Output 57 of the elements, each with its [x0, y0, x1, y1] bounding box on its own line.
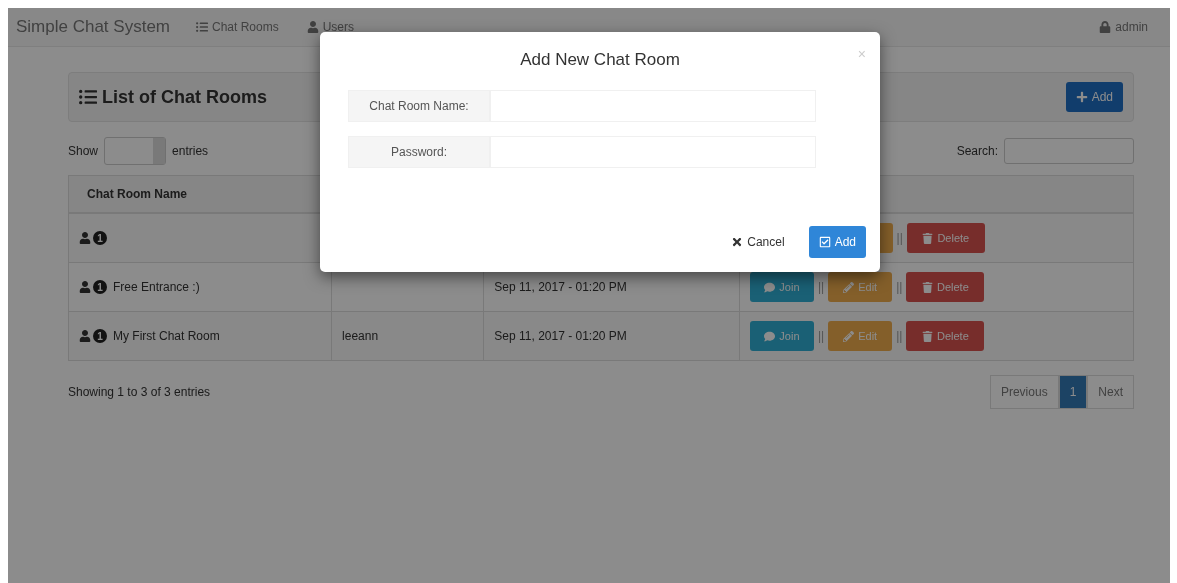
brand-title[interactable]: Simple Chat System	[16, 17, 170, 37]
field-label: Password:	[348, 136, 490, 168]
search-field[interactable]	[1004, 138, 1134, 164]
cancel-button[interactable]: Cancel	[725, 234, 791, 250]
separator: ||	[896, 329, 903, 343]
show-label: Show	[68, 144, 99, 158]
user-icon	[79, 330, 91, 342]
checkbox-icon	[818, 236, 831, 248]
delete-button[interactable]: Delete	[906, 321, 985, 351]
search-label: Search:	[956, 144, 998, 158]
separator: ||	[896, 231, 903, 245]
join-button[interactable]: Join	[749, 321, 814, 351]
count-badge: 1	[93, 329, 107, 343]
room-name: My First Chat Room	[113, 329, 220, 343]
edit-button[interactable]: Edit	[828, 272, 893, 302]
list-icon	[196, 21, 208, 33]
user-icon	[79, 232, 91, 244]
join-button[interactable]: Join	[749, 272, 814, 302]
user-icon	[306, 21, 319, 33]
separator: ||	[896, 280, 903, 294]
panel-title: List of Chat Rooms	[79, 86, 267, 108]
submit-button[interactable]: Add	[808, 226, 866, 258]
nav-link[interactable]: Chat Rooms	[196, 20, 279, 34]
plus-icon	[1075, 91, 1088, 103]
entries-label: entries	[172, 144, 209, 158]
edit-button[interactable]: Edit	[828, 321, 893, 351]
field-label: Chat Room Name:	[348, 90, 490, 122]
delete-button[interactable]: Delete	[906, 272, 985, 302]
close-button[interactable]: ×	[857, 46, 866, 62]
add-button[interactable]: Add	[1065, 82, 1123, 112]
page-link[interactable]: Next	[1087, 375, 1134, 409]
delete-button[interactable]: Delete	[906, 223, 985, 253]
table-cell: leeann	[331, 311, 484, 361]
nav-link[interactable]: Users	[306, 20, 355, 34]
speech-bubble-icon	[764, 330, 776, 342]
entries-select[interactable]	[104, 137, 167, 165]
list-icon	[79, 88, 97, 106]
table-cell: Sep 11, 2017 - 01:20 PM	[483, 311, 740, 361]
pencil-icon	[843, 281, 855, 293]
trash-icon	[922, 232, 934, 244]
speech-bubble-icon	[764, 281, 776, 293]
entries-info: Showing 1 to 3 of 3 entries	[68, 385, 211, 399]
modal-title: Add New Chat Room	[520, 50, 680, 70]
page-link[interactable]: 1	[1058, 375, 1088, 409]
page-link[interactable]: Previous	[989, 375, 1059, 409]
trash-icon	[922, 330, 933, 342]
close-icon	[731, 236, 744, 248]
count-badge: 1	[93, 231, 107, 245]
room-name: Free Entrance :)	[113, 280, 200, 294]
count-badge: 1	[93, 280, 107, 294]
user-icon	[79, 281, 91, 293]
separator: ||	[817, 329, 825, 343]
lock-icon	[1099, 21, 1112, 33]
pencil-icon	[843, 330, 855, 342]
separator: ||	[817, 280, 825, 294]
account-link[interactable]: admin	[1099, 20, 1148, 34]
trash-icon	[922, 281, 933, 293]
